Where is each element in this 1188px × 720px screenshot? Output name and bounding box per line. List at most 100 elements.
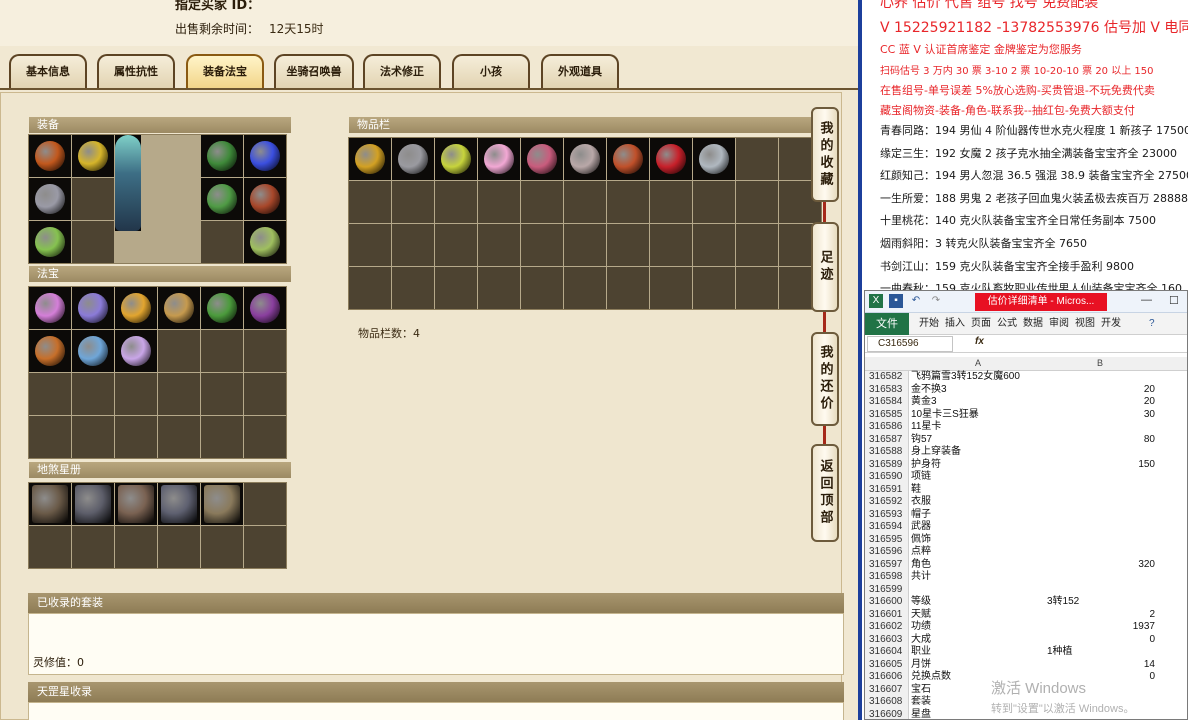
back-to-top-button[interactable]: 返回顶部 [811,444,839,542]
cell-a[interactable]: 11星卡 [911,421,1045,434]
cell-a[interactable]: 佩饰 [911,534,1045,547]
tab-basic-info[interactable]: 基本信息 [9,54,87,88]
star-card-slot[interactable] [29,483,71,525]
column-a-header[interactable]: A [975,358,981,368]
row-number[interactable]: 316584 [865,396,909,409]
cell-a[interactable]: 黄金3 [911,396,1045,409]
treasure-slot[interactable] [72,287,114,329]
inventory-slot[interactable] [435,138,477,180]
row-number[interactable]: 316583 [865,383,909,396]
row-number[interactable]: 316585 [865,408,909,421]
row-number[interactable]: 316592 [865,496,909,509]
cell-b[interactable]: 320 [1047,559,1155,572]
my-counteroffer-button[interactable]: 我的还价 [811,332,839,426]
cell-b[interactable]: 1937 [1047,621,1155,634]
row-number[interactable]: 316596 [865,546,909,559]
my-favorites-button[interactable]: 我的收藏 [811,107,839,202]
file-tab[interactable]: 文件 [865,313,909,335]
cell-a[interactable]: 角色 [911,559,1045,572]
row-number[interactable]: 316601 [865,608,909,621]
treasure-slot[interactable] [29,287,71,329]
row-number[interactable]: 316600 [865,596,909,609]
cell-b[interactable] [1047,571,1155,584]
inventory-slot[interactable] [349,138,391,180]
tab-attributes[interactable]: 属性抗性 [97,54,175,88]
ribbon-tab-view[interactable]: 视图 [1075,313,1095,335]
tab-appearance[interactable]: 外观道具 [541,54,619,88]
cell-a[interactable]: 钩57 [911,434,1045,447]
tab-equipment[interactable]: 装备法宝 [186,54,264,88]
cell-a[interactable]: 等级 [911,596,1045,609]
row-number[interactable]: 316603 [865,633,909,646]
row-number[interactable]: 316605 [865,658,909,671]
equip-slot[interactable] [29,221,71,263]
row-number[interactable]: 316589 [865,458,909,471]
name-box[interactable]: C316596 [867,336,953,352]
tab-mounts-pets[interactable]: 坐骑召唤兽 [274,54,354,88]
cell-a[interactable]: 天赋 [911,609,1045,622]
ribbon-tab-developer[interactable]: 开发 [1101,313,1121,335]
equip-slot[interactable] [29,178,71,220]
cell-b[interactable]: 30 [1047,409,1155,422]
star-card-slot[interactable] [115,483,157,525]
row-number[interactable]: 316594 [865,521,909,534]
help-icon[interactable]: ? [1149,313,1155,335]
undo-icon[interactable]: ↶ [909,294,923,308]
treasure-slot[interactable] [158,287,200,329]
equip-slot[interactable] [201,178,243,220]
cell-a[interactable]: 身上穿装备 [911,446,1045,459]
column-b-header[interactable]: B [1097,358,1103,368]
footprint-button[interactable]: 足迹 [811,222,839,312]
tab-spell-mods[interactable]: 法术修正 [363,54,441,88]
equip-slot[interactable] [244,221,286,263]
minimize-icon[interactable]: — [1141,294,1152,306]
inventory-slot[interactable] [564,138,606,180]
cell-b[interactable]: 3转152 [1047,596,1155,609]
treasure-slot[interactable] [29,330,71,372]
cell-b[interactable] [1047,509,1155,522]
cell-b[interactable]: 14 [1047,659,1155,672]
star-card-slot[interactable] [158,483,200,525]
cell-a[interactable]: 项链 [911,471,1045,484]
treasure-slot[interactable] [115,287,157,329]
row-number[interactable]: 316593 [865,508,909,521]
cell-b[interactable] [1047,421,1155,434]
treasure-slot[interactable] [115,330,157,372]
row-number[interactable]: 316599 [865,583,909,596]
redo-icon[interactable]: ↷ [929,294,943,308]
cell-b[interactable] [1047,471,1155,484]
inventory-slot[interactable] [392,138,434,180]
star-card-slot[interactable] [72,483,114,525]
cell-a[interactable]: 飞鸦篇雪3转152女魔600 [911,371,1045,384]
cell-b[interactable]: 80 [1047,434,1155,447]
cell-a[interactable]: 功绩 [911,621,1045,634]
cell-a[interactable]: 10星卡三S狂暴 [911,409,1045,422]
cell-b[interactable] [1047,534,1155,547]
ribbon-tab-layout[interactable]: 页面 [971,313,991,335]
row-number[interactable]: 316597 [865,558,909,571]
cell-a[interactable] [911,584,1045,597]
star-card-slot[interactable] [201,483,243,525]
row-number[interactable]: 316606 [865,671,909,684]
cell-a[interactable]: 帽子 [911,509,1045,522]
row-number[interactable]: 316595 [865,533,909,546]
cell-a[interactable]: 鞋 [911,484,1045,497]
inventory-slot[interactable] [607,138,649,180]
cell-b[interactable] [1047,371,1155,384]
cell-a[interactable]: 共计 [911,571,1045,584]
cell-b[interactable] [1047,484,1155,497]
inventory-slot[interactable] [650,138,692,180]
row-number[interactable]: 316590 [865,471,909,484]
maximize-icon[interactable]: ☐ [1169,294,1179,307]
cell-a[interactable]: 职业 [911,646,1045,659]
equip-slot[interactable] [244,135,286,177]
cell-a[interactable]: 武器 [911,521,1045,534]
ribbon-tab-review[interactable]: 审阅 [1049,313,1069,335]
row-number[interactable]: 316587 [865,433,909,446]
row-number[interactable]: 316604 [865,646,909,659]
cell-b[interactable]: 1种植 [1047,646,1155,659]
cell-a[interactable]: 衣服 [911,496,1045,509]
cell-b[interactable]: 150 [1047,459,1155,472]
row-number[interactable]: 316598 [865,571,909,584]
ribbon-tab-data[interactable]: 数据 [1023,313,1043,335]
